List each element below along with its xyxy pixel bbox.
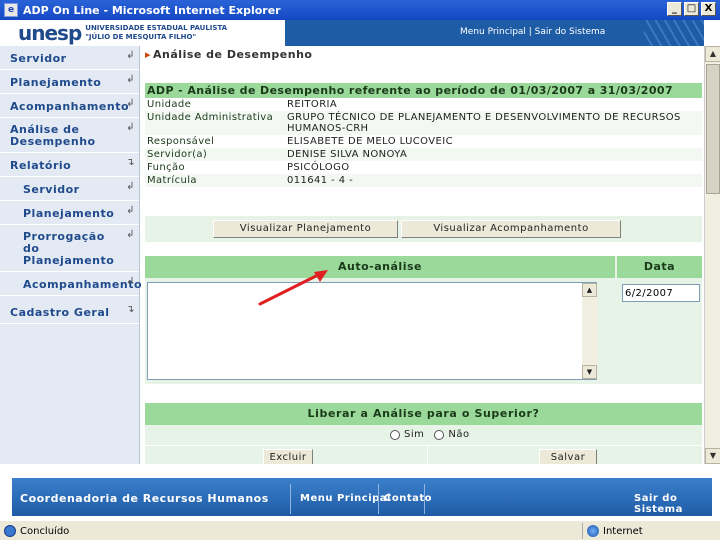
date-header: Data [617, 256, 702, 278]
university-name: UNIVERSIDADE ESTADUAL PAULISTA "JÚLIO DE… [85, 24, 228, 41]
expand-arrow-icon: ↲ [126, 205, 135, 216]
field-value: ELISABETE DE MELO LUCOVEIC [285, 135, 702, 148]
radio-no-label: Não [448, 429, 470, 440]
textarea-scrollbar[interactable]: ▲ ▼ [582, 283, 597, 379]
field-label: Matrícula [145, 174, 285, 187]
window-titlebar: e ADP On Line - Microsoft Internet Explo… [0, 0, 720, 20]
expand-arrow-icon: ↲ [126, 229, 135, 240]
radio-no[interactable] [434, 429, 445, 440]
window-controls: _ □ X [667, 2, 716, 16]
field-label: Responsável [145, 135, 285, 148]
delete-button[interactable]: Excluir [263, 449, 313, 464]
expand-arrow-icon: ↲ [126, 181, 135, 192]
field-label: Função [145, 161, 285, 174]
release-actions: Excluir Salvar [145, 445, 702, 464]
footer-exit-link[interactable]: Sair do Sistema [634, 493, 712, 515]
view-plan-button[interactable]: Visualizar Planejamento [213, 220, 398, 238]
release-radio-group: Sim Não [390, 429, 470, 440]
page-title: ▸ Análise de Desempenho [145, 48, 313, 61]
expand-arrow-icon: ↲ [126, 122, 135, 133]
close-button[interactable]: X [701, 2, 716, 16]
collapse-arrow-icon: ↴ [126, 157, 135, 168]
sidebar-subitem-planejamento[interactable]: Planejamento ↲ [0, 201, 139, 225]
sidebar-item-planejamento[interactable]: Planejamento ↲ [0, 70, 139, 94]
sidebar-item-servidor[interactable]: Servidor ↲ [0, 46, 139, 70]
footer-bar: Coordenadoria de Recursos Humanos Menu P… [12, 478, 712, 516]
scroll-up-icon[interactable]: ▲ [705, 46, 720, 62]
release-section: Liberar a Análise para o Superior? Sim N… [145, 403, 702, 464]
actions-divider [427, 446, 428, 464]
site-footer: Coordenadoria de Recursos Humanos Menu P… [0, 476, 720, 520]
window-title: ADP On Line - Microsoft Internet Explore… [23, 3, 281, 17]
scroll-down-icon[interactable]: ▼ [705, 448, 720, 464]
site-banner: unesp UNIVERSIDADE ESTADUAL PAULISTA "JÚ… [0, 20, 704, 46]
radio-yes[interactable] [390, 429, 400, 440]
sidebar-item-cadastro[interactable]: Cadastro Geral ↴ [0, 300, 139, 324]
sidebar-menu: Servidor ↲ Planejamento ↲ Acompanhamento ↲ … [0, 46, 142, 464]
field-label: Unidade [145, 98, 285, 111]
sidebar-item-analise[interactable]: Análise de Desempenho ↲ [0, 118, 139, 153]
page-done-icon [4, 525, 16, 537]
info-header: ADP - Análise de Desempenho referente ao… [145, 83, 702, 98]
annotation-arrow-icon [258, 270, 328, 306]
sidebar-item-acompanhamento[interactable]: Acompanhamento ↲ [0, 94, 139, 118]
title-bullet-icon: ▸ [145, 48, 152, 61]
field-label: Unidade Administrativa [145, 111, 285, 135]
expand-arrow-icon: ↲ [126, 98, 135, 109]
status-text: Concluído [20, 525, 70, 537]
expand-arrow-icon: ↲ [126, 50, 135, 61]
field-value: 011641 - 4 - [285, 174, 702, 187]
scroll-thumb[interactable] [706, 64, 720, 194]
sidebar-subitem-servidor[interactable]: Servidor ↲ [0, 177, 139, 201]
ie-app-icon: e [4, 3, 18, 17]
expand-arrow-icon: ↲ [126, 74, 135, 85]
main-content: ▸ Análise de Desempenho ADP - Análise de … [141, 46, 704, 464]
top-links[interactable]: Menu Principal | Sair do Sistema [460, 27, 605, 37]
release-header: Liberar a Análise para o Superior? [145, 403, 702, 425]
radio-yes-label: Sim [404, 429, 425, 440]
save-button[interactable]: Salvar [539, 449, 597, 464]
internet-globe-icon [587, 525, 599, 537]
scroll-up-icon[interactable]: ▲ [582, 283, 597, 297]
field-value: PSICÓLOGO [285, 161, 702, 174]
self-analysis-section: Auto-análise Data ▲ ▼ [145, 256, 702, 384]
expand-arrow-icon: ↲ [126, 276, 135, 287]
self-analysis-textarea[interactable] [147, 282, 597, 380]
sidebar-subitem-acompanhamento[interactable]: Acompanhamento ↲ [0, 272, 142, 296]
sidebar-item-relatorio[interactable]: Relatório ↴ [0, 153, 139, 177]
maximize-button[interactable]: □ [684, 2, 699, 16]
collapse-arrow-icon: ↴ [126, 304, 135, 315]
zone-text: Internet [603, 525, 643, 537]
field-value: REITORIA [285, 98, 702, 111]
field-value: DENISE SILVA NONOYA [285, 148, 702, 161]
scroll-down-icon[interactable]: ▼ [582, 365, 597, 379]
banner-decoration [644, 20, 704, 46]
unesp-logo: unesp UNIVERSIDADE ESTADUAL PAULISTA "JÚ… [0, 20, 285, 46]
logo-mark: unesp [18, 21, 82, 45]
self-analysis-header: Auto-análise [145, 256, 615, 278]
browser-statusbar: Concluído Internet [0, 520, 720, 540]
date-input[interactable] [622, 284, 700, 302]
field-value: GRUPO TÉCNICO DE PLANEJAMENTO E DESENVOL… [285, 111, 702, 135]
minimize-button[interactable]: _ [667, 2, 682, 16]
view-buttons-bar: Visualizar Planejamento Visualizar Acomp… [145, 216, 702, 242]
field-label: Servidor(a) [145, 148, 285, 161]
employee-info-table: ADP - Análise de Desempenho referente ao… [145, 83, 702, 187]
footer-org: Coordenadoria de Recursos Humanos [20, 492, 269, 505]
sidebar-subitem-prorrogacao[interactable]: Prorrogação do Planejamento ↲ [0, 225, 139, 272]
page-scrollbar[interactable]: ▲ ▼ [704, 46, 720, 464]
security-zone: Internet [582, 523, 716, 539]
view-follow-button[interactable]: Visualizar Acompanhamento [401, 220, 621, 238]
